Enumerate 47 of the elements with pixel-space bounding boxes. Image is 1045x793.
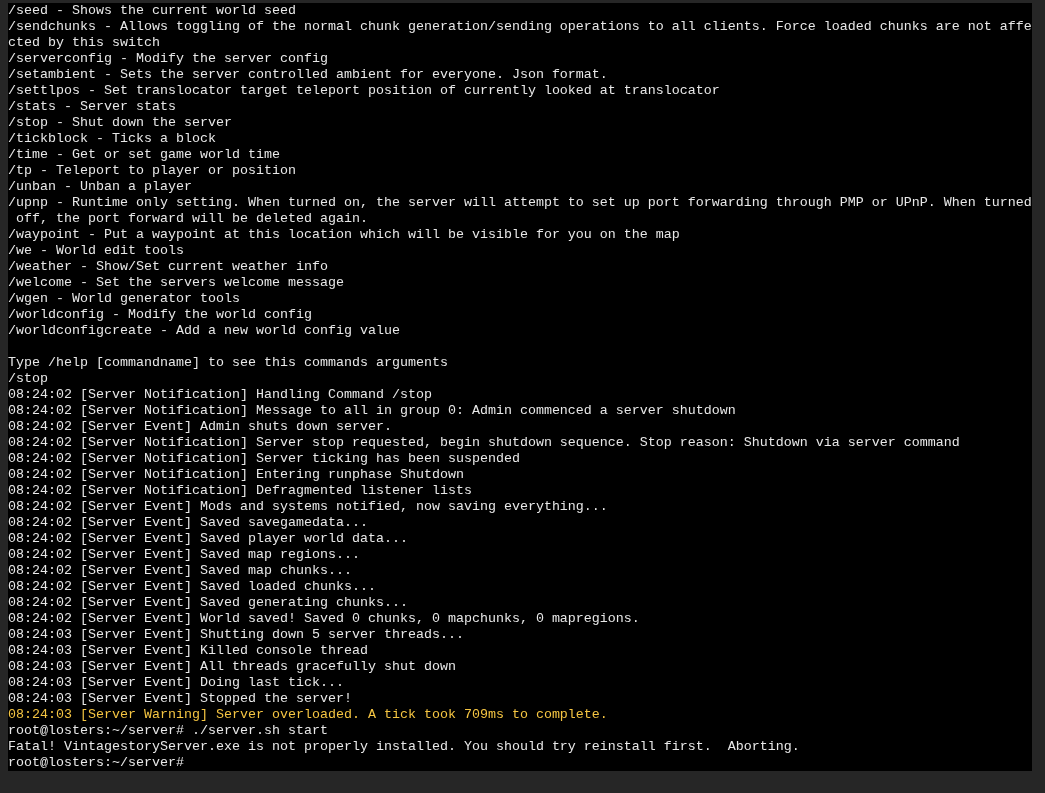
console-line: /unban - Unban a player (8, 179, 192, 195)
console-line: 08:24:03 [Server Event] Stopped the server! (8, 691, 352, 707)
console-line: 08:24:02 [Server Notification] Entering runphase Shutdown (8, 467, 464, 483)
warning-line: 08:24:03 [Server Warning] Server overloaded. A tick took 709ms to complete. (8, 707, 608, 723)
console-line: /tickblock - Ticks a block (8, 131, 216, 147)
console-line: Type /help [commandname] to see this commands arguments (8, 355, 448, 371)
console-line: 08:24:02 [Server Event] Mods and systems notified, now saving everything... (8, 499, 608, 515)
console-line: 08:24:03 [Server Event] Killed console thread (8, 643, 368, 659)
console-line: /weather - Show/Set current weather info (8, 259, 328, 275)
console-line: /time - Get or set game world time (8, 147, 280, 163)
console-line: 08:24:02 [Server Event] Saved player world data... (8, 531, 408, 547)
console-line: 08:24:02 [Server Notification] Message to all in group 0: Admin commenced a server shutdown (8, 403, 736, 419)
console-line: /setambient - Sets the server controlled ambient for everyone. Json format. (8, 67, 608, 83)
shell-prompt: root@losters:~/server# (8, 755, 184, 771)
console-line: 08:24:02 [Server Event] Admin shuts down server. (8, 419, 392, 435)
console-line: /stats - Server stats (8, 99, 176, 115)
console-line: /tp - Teleport to player or position (8, 163, 296, 179)
console-line: 08:24:02 [Server Event] Saved generating chunks... (8, 595, 408, 611)
console-line: root@losters:~/server# ./server.sh start (8, 723, 328, 739)
console-line: 08:24:03 [Server Event] Doing last tick... (8, 675, 344, 691)
console-line: /serverconfig - Modify the server config (8, 51, 328, 67)
console-line: 08:24:02 [Server Event] Saved map chunks... (8, 563, 352, 579)
console-line: /seed - Shows the current world seed (8, 3, 296, 19)
console-line: 08:24:02 [Server Notification] Defragmented listener lists (8, 483, 472, 499)
console-line: 08:24:02 [Server Event] World saved! Saved 0 chunks, 0 mapchunks, 0 mapregions. (8, 611, 640, 627)
console-line: Fatal! VintagestoryServer.exe is not properly installed. You should try reinstall first. Aborting. (8, 739, 800, 755)
console-line: /wgen - World generator tools (8, 291, 240, 307)
console-line: 08:24:03 [Server Event] Shutting down 5 server threads... (8, 627, 464, 643)
console-line: /worldconfigcreate - Add a new world config value (8, 323, 400, 339)
console-line: 08:24:02 [Server Event] Saved savegamedata... (8, 515, 368, 531)
console-line: /settlpos - Set translocator target teleport position of currently looked at translocator (8, 83, 720, 99)
console-line: 08:24:02 [Server Notification] Handling Command /stop (8, 387, 432, 403)
console-line: /sendchunks - Allows toggling of the normal chunk generation/sending operations to all clients. Force loaded chunks are not affe (8, 19, 1032, 35)
console-line: /waypoint - Put a waypoint at this location which will be visible for you on the map (8, 227, 680, 243)
console-line: off, the port forward will be deleted again. (15, 211, 368, 227)
console-line: 08:24:03 [Server Event] All threads gracefully shut down (8, 659, 456, 675)
console-line: /stop (8, 371, 48, 387)
console-line: 08:24:02 [Server Event] Saved loaded chunks... (8, 579, 376, 595)
console-line: 08:24:02 [Server Notification] Server stop requested, begin shutdown sequence. Stop reason: Shutdown via server command (8, 435, 960, 451)
console-line: 08:24:02 [Server Event] Saved map regions... (8, 547, 360, 563)
console-line: cted by this switch (8, 35, 160, 51)
console-line: /we - World edit tools (8, 243, 184, 259)
console-line: 08:24:02 [Server Notification] Server ticking has been suspended (8, 451, 520, 467)
console-line: /upnp - Runtime only setting. When turned on, the server will attempt to set up port forwarding through PMP or UPnP. When turned (8, 195, 1032, 211)
console-line: /welcome - Set the servers welcome message (8, 275, 344, 291)
console-line: /stop - Shut down the server (8, 115, 232, 131)
console-line: /worldconfig - Modify the world config (8, 307, 312, 323)
